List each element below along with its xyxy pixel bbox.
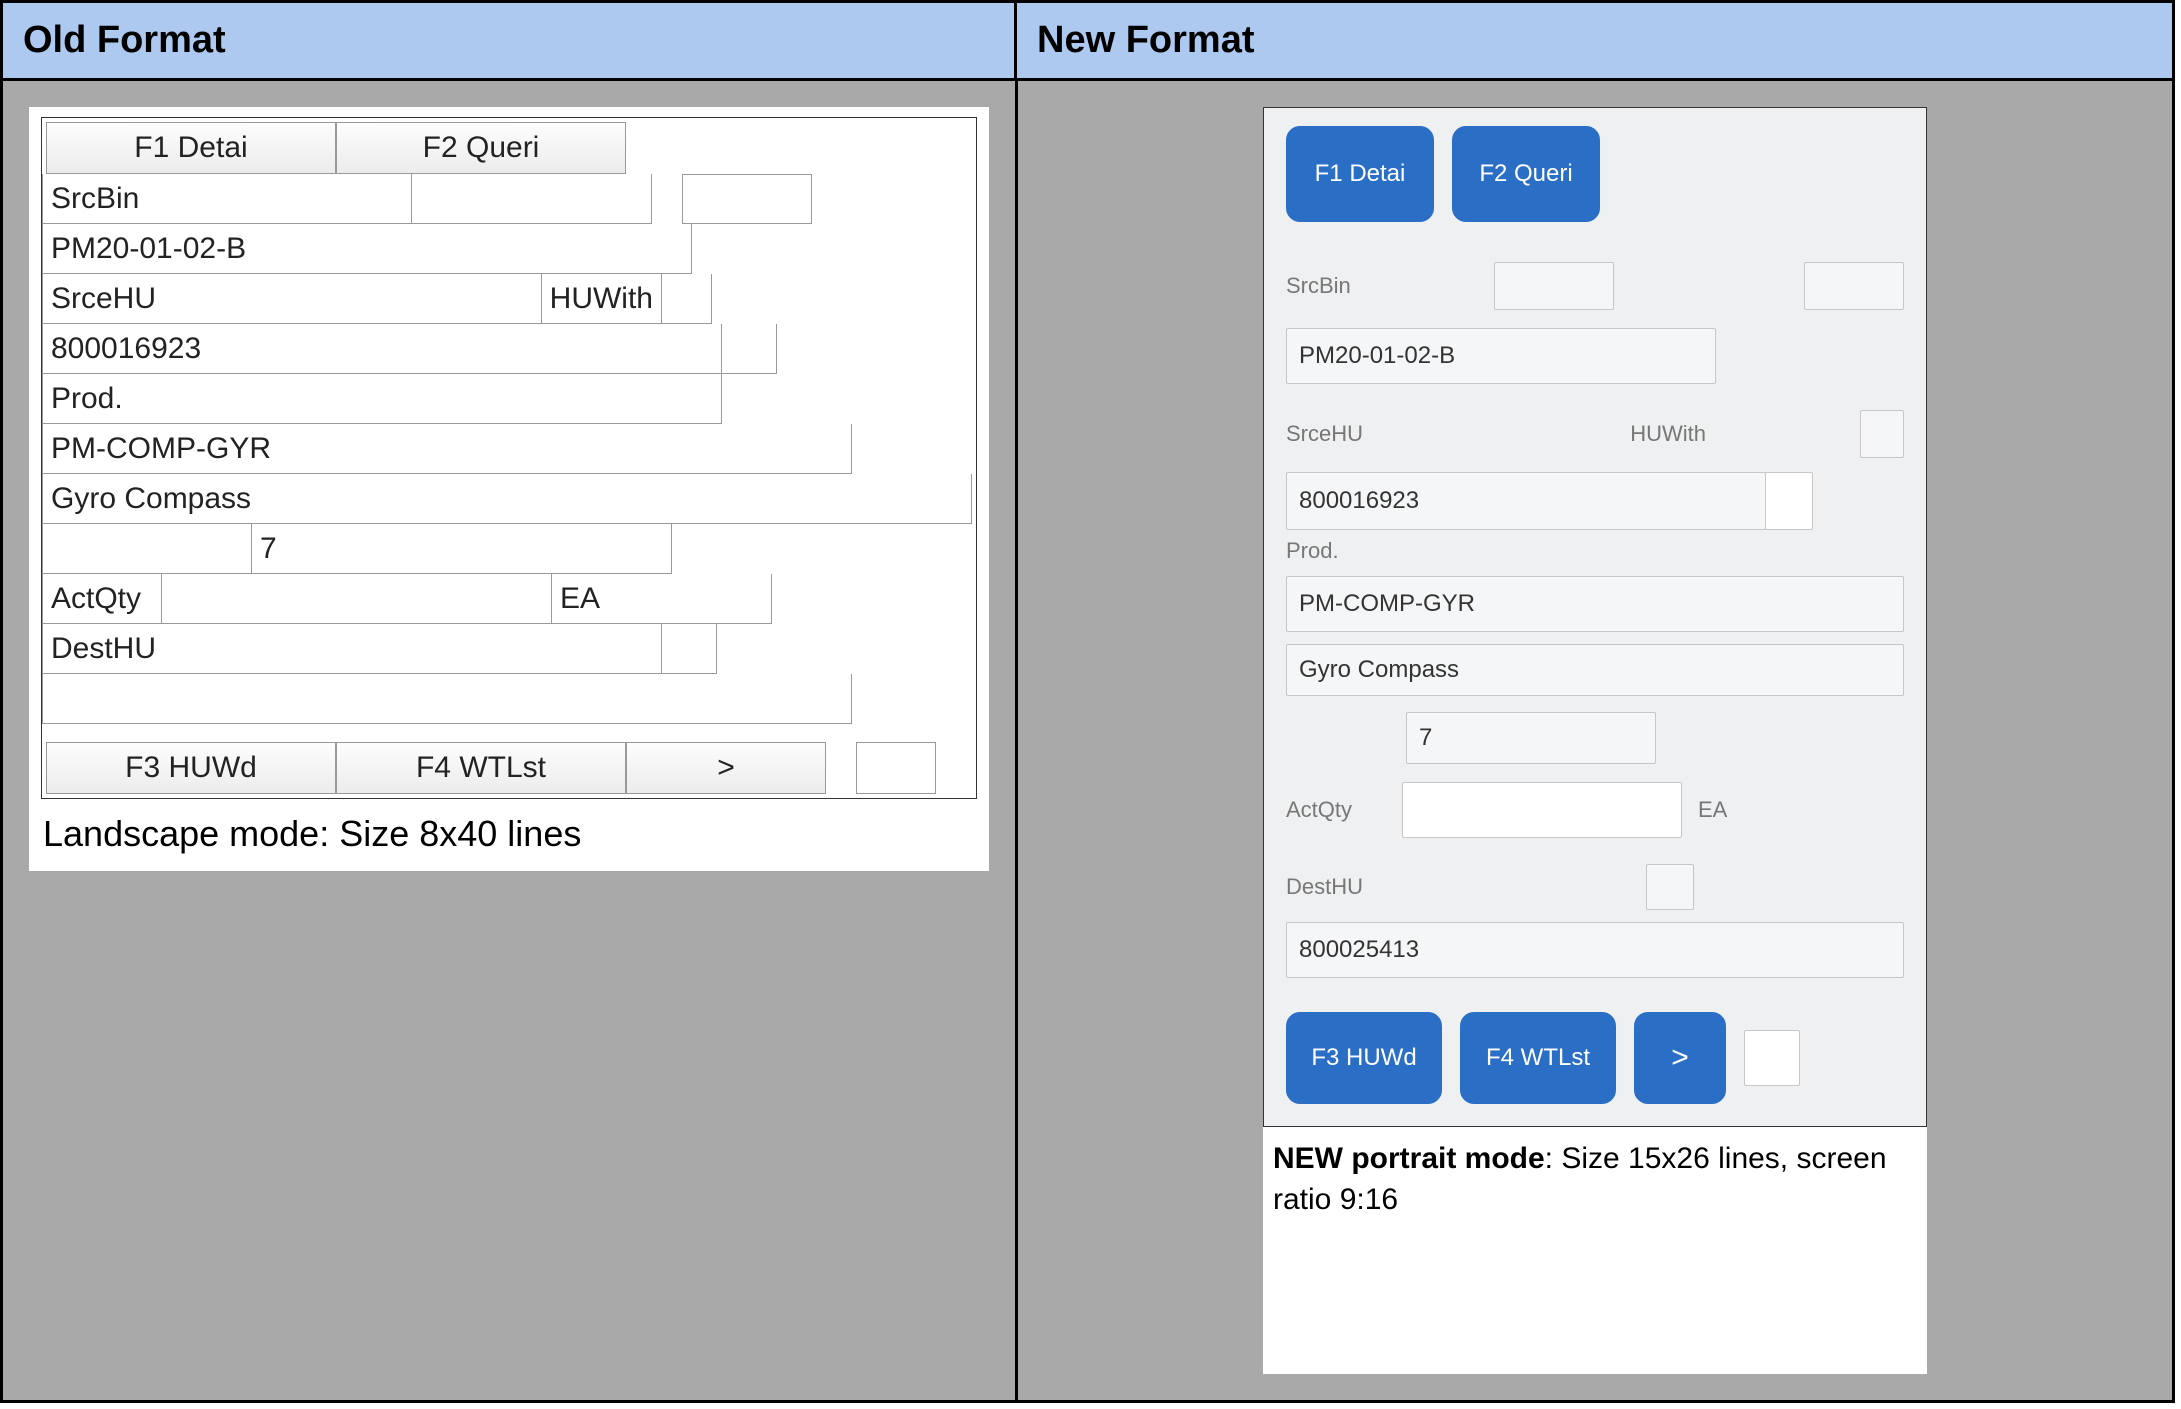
f1-button[interactable]: F1 Detai bbox=[1286, 126, 1434, 222]
old-screen: F1 Detai F2 Queri SrcBin PM20-01-02-B bbox=[41, 117, 977, 799]
qty-value[interactable]: 7 bbox=[1406, 712, 1656, 764]
ea-label: EA bbox=[1698, 797, 1727, 823]
desthu-label: DestHU bbox=[1286, 874, 1646, 900]
new-screen: F1 Detai F2 Queri SrcBin PM20-01-02-B Sr… bbox=[1263, 107, 1927, 1127]
new-panel: F1 Detai F2 Queri SrcBin PM20-01-02-B Sr… bbox=[1263, 107, 1927, 1374]
header-row: Old Format New Format bbox=[3, 3, 2172, 81]
new-caption-bold: NEW portrait mode bbox=[1273, 1142, 1545, 1175]
actqty-input[interactable] bbox=[1402, 782, 1682, 838]
srcehu-value[interactable]: 800016923 bbox=[42, 324, 722, 374]
more-button[interactable]: > bbox=[626, 742, 826, 794]
bottom-extra-box[interactable] bbox=[856, 742, 936, 794]
srcbin-empty2[interactable] bbox=[682, 174, 812, 224]
huwith-box[interactable] bbox=[662, 274, 712, 324]
srcehu-label: SrceHU bbox=[1286, 421, 1586, 447]
qty-value[interactable]: 7 bbox=[252, 524, 672, 574]
desthu-value[interactable] bbox=[42, 674, 852, 724]
f3-button[interactable]: F3 HUWd bbox=[1286, 1012, 1442, 1104]
f3-button[interactable]: F3 HUWd bbox=[46, 742, 336, 794]
header-old: Old Format bbox=[3, 3, 1017, 81]
new-caption: NEW portrait mode: Size 15x26 lines, scr… bbox=[1263, 1127, 1927, 1226]
prod-value[interactable]: PM-COMP-GYR bbox=[42, 424, 852, 474]
prod-label: Prod. bbox=[42, 374, 722, 424]
prod-desc[interactable]: Gyro Compass bbox=[42, 474, 972, 524]
actqty-label: ActQty bbox=[42, 574, 162, 624]
huwith-label: HUWith bbox=[542, 274, 662, 324]
old-format-cell: F1 Detai F2 Queri SrcBin PM20-01-02-B bbox=[3, 81, 1018, 1400]
more-button[interactable]: > bbox=[1634, 1012, 1726, 1104]
actqty-label: ActQty bbox=[1286, 797, 1386, 823]
old-panel: F1 Detai F2 Queri SrcBin PM20-01-02-B bbox=[29, 107, 989, 871]
srcehu-extra[interactable] bbox=[1765, 472, 1813, 530]
huwith-box[interactable] bbox=[1860, 410, 1904, 458]
huwith-label: HUWith bbox=[1586, 421, 1706, 447]
old-caption: Landscape mode: Size 8x40 lines bbox=[41, 799, 977, 859]
srcbin-label: SrcBin bbox=[1286, 273, 1476, 299]
srcbin-empty1[interactable] bbox=[412, 174, 652, 224]
srcehu-extra[interactable] bbox=[722, 324, 777, 374]
f1-button[interactable]: F1 Detai bbox=[46, 122, 336, 174]
prod-label: Prod. bbox=[1286, 538, 1904, 564]
prod-desc[interactable]: Gyro Compass bbox=[1286, 644, 1904, 696]
srcbin-label: SrcBin bbox=[42, 174, 412, 224]
srcbin-box1[interactable] bbox=[1494, 262, 1614, 310]
body-row: F1 Detai F2 Queri SrcBin PM20-01-02-B bbox=[3, 81, 2172, 1400]
desthu-label: DestHU bbox=[42, 624, 662, 674]
srcehu-label: SrceHU bbox=[42, 274, 542, 324]
header-new: New Format bbox=[1017, 3, 2172, 81]
new-format-cell: F1 Detai F2 Queri SrcBin PM20-01-02-B Sr… bbox=[1018, 81, 2172, 1400]
f2-button[interactable]: F2 Queri bbox=[336, 122, 626, 174]
prod-value[interactable]: PM-COMP-GYR bbox=[1286, 576, 1904, 632]
actqty-input[interactable] bbox=[162, 574, 552, 624]
srcehu-value[interactable]: 800016923 bbox=[1286, 472, 1766, 530]
srcbin-value[interactable]: PM20-01-02-B bbox=[42, 224, 692, 274]
srcbin-value[interactable]: PM20-01-02-B bbox=[1286, 328, 1716, 384]
f2-button[interactable]: F2 Queri bbox=[1452, 126, 1600, 222]
srcbin-box2[interactable] bbox=[1804, 262, 1904, 310]
f4-button[interactable]: F4 WTLst bbox=[1460, 1012, 1616, 1104]
f4-button[interactable]: F4 WTLst bbox=[336, 742, 626, 794]
comparison-table: Old Format New Format F1 Detai F2 Queri … bbox=[0, 0, 2175, 1403]
ea-label: EA bbox=[552, 574, 772, 624]
desthu-box[interactable] bbox=[662, 624, 717, 674]
desthu-box[interactable] bbox=[1646, 864, 1694, 910]
desthu-value[interactable]: 800025413 bbox=[1286, 922, 1904, 978]
bottom-extra-box[interactable] bbox=[1744, 1030, 1800, 1086]
